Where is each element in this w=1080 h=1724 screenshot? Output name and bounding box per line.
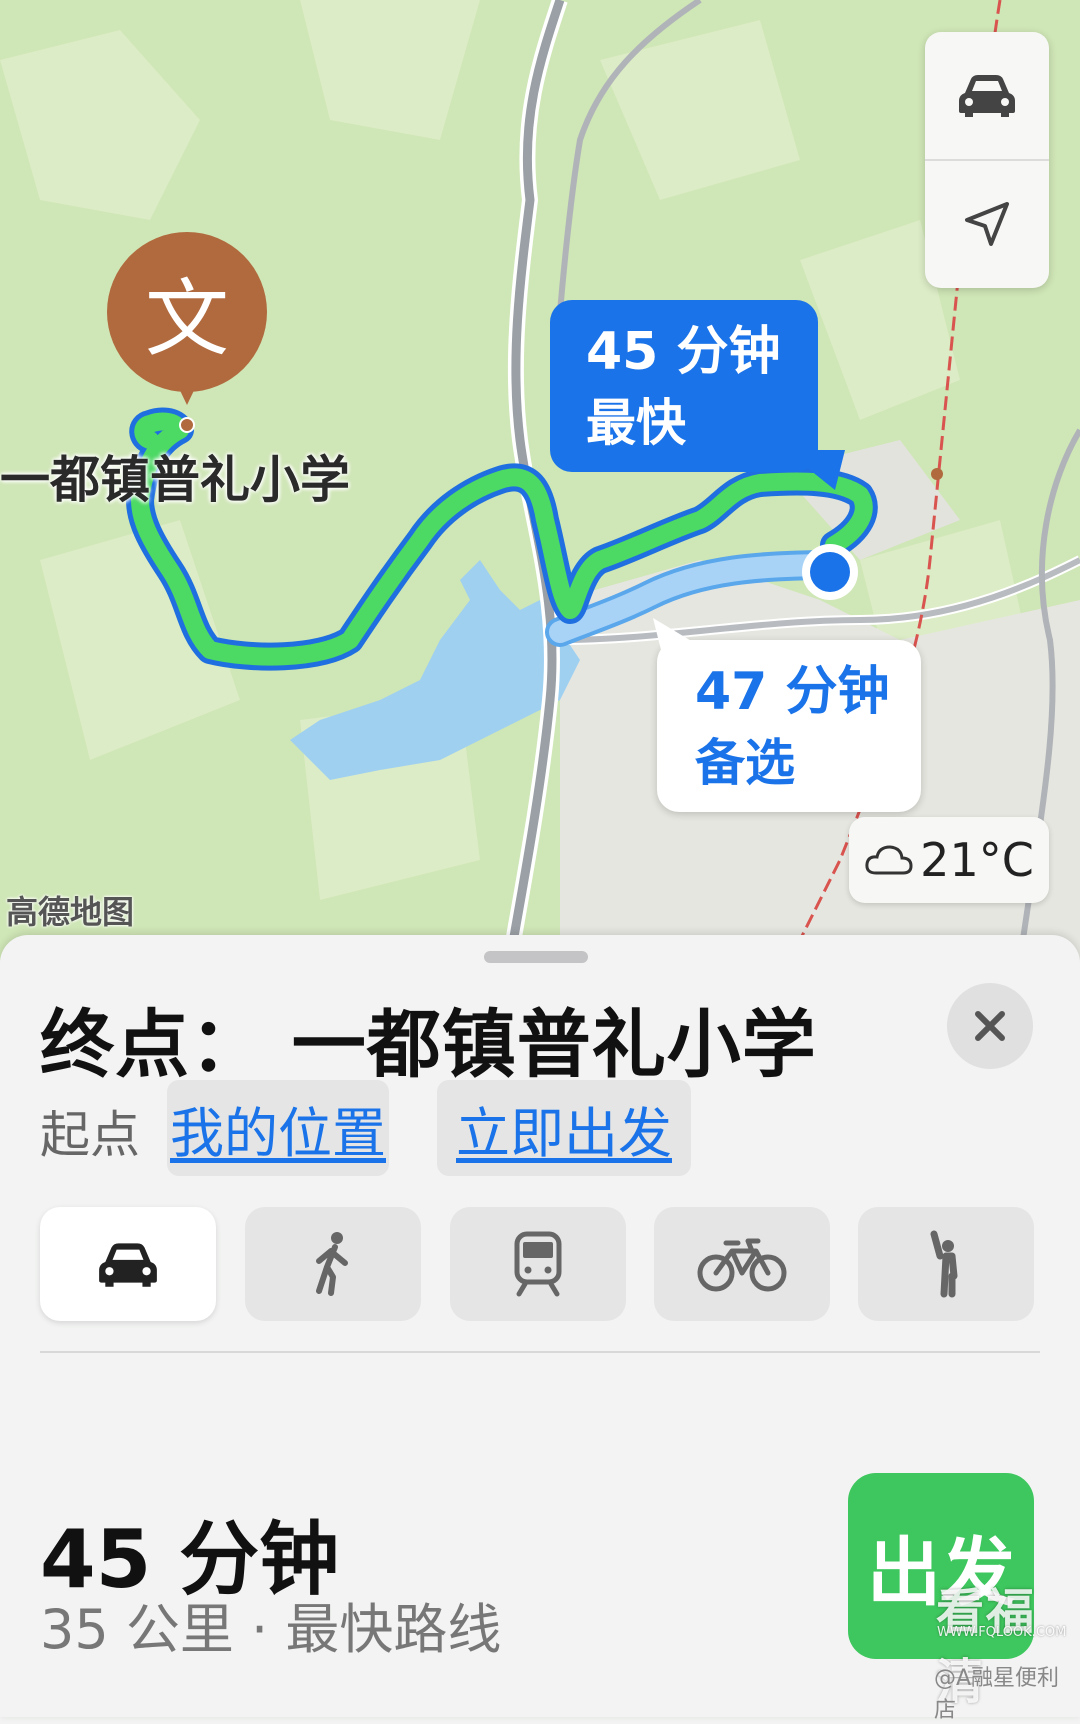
transit-icon xyxy=(514,1231,562,1297)
route-summary: 35 公里 · 最快路线 xyxy=(40,1598,502,1661)
rideshare-icon xyxy=(930,1230,958,1298)
mode-driving[interactable] xyxy=(40,1207,216,1321)
fastest-route-time: 45 分钟 xyxy=(586,322,781,382)
school-icon: 文 xyxy=(144,269,229,368)
watermark-user: @A融星便利店 xyxy=(934,1666,1060,1723)
map-view[interactable]: 文 一都镇普礼小学 45 分钟 最快 47 分钟 备选 21°C 高德地图 xyxy=(0,0,1080,960)
callout-tail xyxy=(653,618,703,658)
callout-tail xyxy=(785,450,845,490)
car-icon xyxy=(99,1243,157,1287)
close-icon xyxy=(975,1011,1005,1041)
fastest-route-tag: 最快 xyxy=(586,394,686,452)
cloud-icon xyxy=(865,845,913,875)
weather-badge: 21°C xyxy=(849,817,1049,903)
start-label: 起点 xyxy=(40,1106,140,1164)
mode-walking[interactable] xyxy=(245,1207,421,1321)
close-button[interactable] xyxy=(947,983,1033,1069)
mode-cycling[interactable] xyxy=(654,1207,830,1321)
section-divider xyxy=(40,1351,1040,1353)
bicycle-icon xyxy=(697,1238,787,1292)
temperature-text: 21°C xyxy=(920,833,1034,887)
destination-pin[interactable]: 文 xyxy=(107,232,267,392)
driving-mode-button[interactable] xyxy=(925,32,1049,158)
map-controls xyxy=(925,32,1049,288)
depart-time-chip[interactable]: 立即出发 xyxy=(437,1080,691,1176)
directions-sheet: 终点： 一都镇普礼小学 起点 我的位置 立即出发 45 分钟 35 公里 · 最… xyxy=(0,935,1080,1717)
fastest-route-callout[interactable]: 45 分钟 最快 xyxy=(550,300,845,490)
locate-me-button[interactable] xyxy=(925,161,1049,287)
sheet-grabber[interactable] xyxy=(484,951,588,963)
destination-label[interactable]: 一都镇普礼小学 xyxy=(0,440,350,512)
alternate-route-time: 47 分钟 xyxy=(695,662,890,722)
mode-transit[interactable] xyxy=(450,1207,626,1321)
origin-chip[interactable]: 我的位置 xyxy=(167,1080,389,1176)
mode-rideshare[interactable] xyxy=(858,1207,1034,1321)
walk-icon xyxy=(316,1232,348,1296)
map-attribution: 高德地图 xyxy=(6,893,135,931)
alternate-route-tag: 备选 xyxy=(695,734,795,792)
car-icon xyxy=(959,75,1015,117)
location-arrow-icon xyxy=(965,202,1009,246)
destination-title: 终点： 一都镇普礼小学 xyxy=(40,1002,817,1088)
alternate-route-callout[interactable]: 47 分钟 备选 xyxy=(653,618,921,812)
watermark-url: WWW.FQLOOK.COM xyxy=(937,1625,1067,1640)
